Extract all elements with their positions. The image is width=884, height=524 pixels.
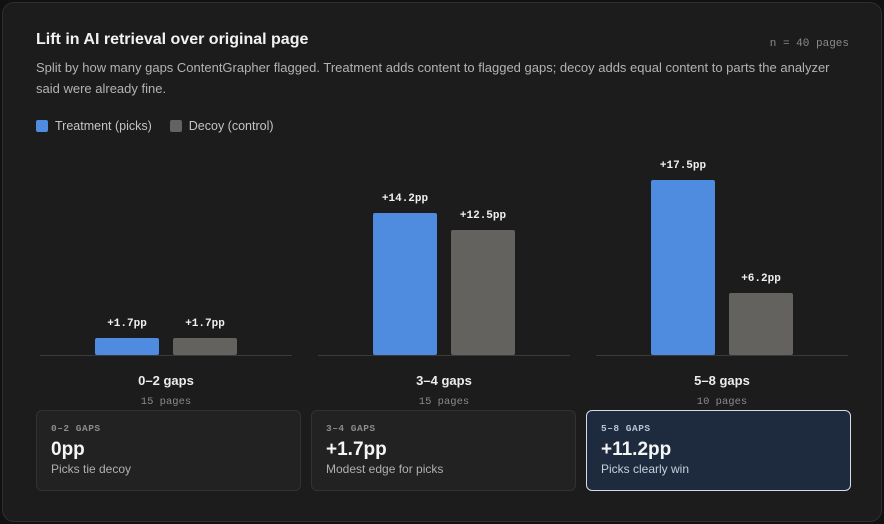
summary-card-3-4: 3–4 GAPS +1.7pp Modest edge for picks (311, 410, 576, 491)
bar-value-label: +12.5pp (460, 210, 507, 222)
summary-value: +1.7pp (326, 439, 387, 460)
bar-decoy-0-2-gaps (173, 338, 237, 355)
bar-value-label: +1.7pp (185, 318, 225, 330)
summary-card-5-8: 5–8 GAPS +11.2pp Picks clearly win (586, 410, 851, 491)
summary-cards: 0–2 GAPS 0pp Picks tie decoy 3–4 GAPS +1… (36, 410, 851, 491)
bar-value-label: +6.2pp (741, 273, 781, 285)
chart-card: Lift in AI retrieval over original page … (2, 2, 882, 522)
summary-value: +11.2pp (601, 439, 672, 460)
bar-decoy-5-8-gaps (729, 293, 793, 355)
summary-caption: Picks clearly win (601, 462, 690, 476)
bar-value-label: +14.2pp (382, 193, 429, 205)
bar-treatment-0-2-gaps (95, 338, 159, 355)
bar-chart: +1.7pp +1.7pp 0–2 gaps 15 pages +14.2pp +12.5… (40, 160, 848, 408)
bar-value-label: +1.7pp (107, 318, 147, 330)
category-subtitle: 15 pages (419, 396, 469, 408)
summary-caption: Modest edge for picks (326, 462, 444, 476)
category-label: 5–8 gaps (694, 373, 750, 388)
summary-tag: 0–2 GAPS (51, 423, 101, 434)
category-label: 3–4 gaps (416, 373, 472, 388)
bar-treatment-5-8-gaps (651, 180, 715, 355)
category-subtitle: 15 pages (141, 396, 191, 408)
category-label: 0–2 gaps (138, 373, 194, 388)
summary-tag: 3–4 GAPS (326, 423, 376, 434)
summary-value: 0pp (51, 439, 85, 460)
category-subtitle: 10 pages (697, 396, 747, 408)
summary-card-0-2: 0–2 GAPS 0pp Picks tie decoy (36, 410, 301, 491)
summary-caption: Picks tie decoy (51, 462, 132, 476)
bar-decoy-3-4-gaps (451, 230, 515, 355)
bar-treatment-3-4-gaps (373, 213, 437, 355)
summary-tag: 5–8 GAPS (601, 423, 651, 434)
bar-value-label: +17.5pp (660, 160, 707, 172)
